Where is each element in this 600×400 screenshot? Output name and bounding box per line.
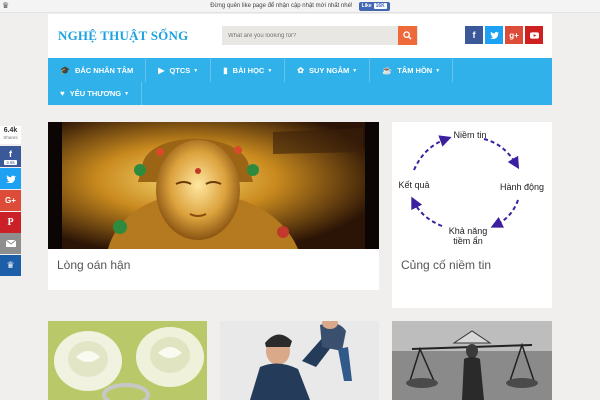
- share-count: 6.4k Shares: [0, 126, 21, 144]
- site-header: NGHỆ THUẬT SỐNG f g+: [48, 14, 552, 58]
- pinterest-icon: P: [7, 217, 14, 228]
- share-pinterest-button[interactable]: P: [0, 212, 21, 233]
- belief-cycle-diagram: Niềm tin Hành động Khả năng tiềm ẩn Kết …: [398, 130, 544, 246]
- book-icon: ▮: [223, 66, 228, 75]
- nav-label: YÊU THƯƠNG: [69, 89, 122, 98]
- coffee-icon: ☕: [382, 66, 393, 75]
- share-google-plus-button[interactable]: G+: [0, 190, 21, 211]
- chevron-down-icon: ▼: [267, 67, 273, 74]
- google-plus-icon[interactable]: g+: [505, 26, 523, 44]
- main-nav: 🎓 ĐẮC NHÂN TÂM ▶ QTCS ▼ ▮ BÀI HỌC ▼ ✿ SU…: [48, 58, 552, 105]
- nav-bai-hoc[interactable]: ▮ BÀI HỌC ▼: [211, 59, 286, 82]
- like-count: 16K: [373, 2, 387, 9]
- graduation-cap-icon: 🎓: [60, 66, 70, 75]
- crown-icon: ♛: [6, 260, 15, 270]
- nav-yeu-thuong[interactable]: ♥ YÊU THƯƠNG ▼: [48, 82, 143, 105]
- share-sumo-button[interactable]: ♛: [0, 255, 21, 276]
- diagram-node-right: Hành động: [500, 182, 544, 192]
- search-icon: [403, 31, 412, 40]
- nav-suy-ngam[interactable]: ✿ SUY NGẪM ▼: [285, 59, 371, 82]
- share-count-label: Shares: [3, 135, 18, 140]
- diagram-node-bottom-2: tiềm ẩn: [453, 236, 483, 246]
- facebook-icon[interactable]: f: [465, 26, 483, 44]
- facebook-icon: f: [9, 148, 12, 159]
- google-plus-icon: G+: [5, 196, 16, 205]
- father-child-thumbnail[interactable]: [220, 321, 379, 400]
- site-logo[interactable]: NGHỆ THUẬT SỐNG: [58, 28, 188, 44]
- nav-label: ĐẮC NHÂN TÂM: [74, 66, 134, 75]
- notice-text: Đừng quên like page để nhận cập nhật mới…: [210, 3, 353, 9]
- crown-icon: ♛: [2, 1, 10, 10]
- search-input[interactable]: [222, 26, 418, 45]
- share-facebook-button[interactable]: f 3.8k: [0, 146, 21, 167]
- street-vendor-thumbnail[interactable]: [392, 321, 552, 400]
- article-card[interactable]: Niềm tin Hành động Khả năng tiềm ẩn Kết …: [392, 122, 552, 308]
- card-title[interactable]: Củng cố niềm tin: [401, 258, 491, 272]
- share-count-number: 6.4k: [3, 127, 18, 134]
- diagram-node-bottom-1: Khả năng: [449, 226, 488, 236]
- share-email-button[interactable]: [0, 233, 21, 254]
- notice-bar: ♛ Đừng quên like page để nhận cập nhật m…: [0, 0, 600, 13]
- like-label: Like: [361, 2, 372, 9]
- diagram-node-top: Niềm tin: [453, 130, 486, 140]
- email-icon: [5, 240, 16, 247]
- card-title[interactable]: Lòng oán hận: [57, 258, 130, 272]
- nav-label: TÂM HỒN: [397, 66, 433, 75]
- share-facebook-count: 3.8k: [4, 159, 17, 165]
- facebook-like-button[interactable]: Like 16K: [358, 1, 390, 11]
- search-button[interactable]: [398, 26, 417, 45]
- brain-icon: ✿: [297, 66, 304, 75]
- diagram-node-left: Kết quả: [398, 180, 429, 190]
- nav-label: BÀI HỌC: [232, 66, 265, 75]
- video-icon: ▶: [158, 66, 165, 75]
- twitter-icon: [5, 174, 16, 183]
- chevron-down-icon: ▼: [193, 67, 199, 74]
- article-card[interactable]: Lòng oán hận: [48, 122, 379, 290]
- chevron-down-icon: ▼: [124, 90, 130, 97]
- chevron-down-icon: ▼: [352, 67, 358, 74]
- nav-label: SUY NGẪM: [308, 66, 350, 75]
- nav-qtcs[interactable]: ▶ QTCS ▼: [146, 59, 212, 82]
- youtube-icon[interactable]: [525, 26, 543, 44]
- chevron-down-icon: ▼: [435, 67, 441, 74]
- share-twitter-button[interactable]: [0, 168, 21, 189]
- heart-icon: ♥: [60, 89, 65, 98]
- nav-dac-nhan-tam[interactable]: 🎓 ĐẮC NHÂN TÂM: [48, 59, 147, 82]
- nav-label: QTCS: [169, 66, 191, 75]
- nav-tam-hon[interactable]: ☕ TÂM HỒN ▼: [370, 59, 454, 82]
- buddha-image: [48, 122, 379, 249]
- roses-thumbnail[interactable]: [48, 321, 207, 400]
- twitter-icon[interactable]: [485, 26, 503, 44]
